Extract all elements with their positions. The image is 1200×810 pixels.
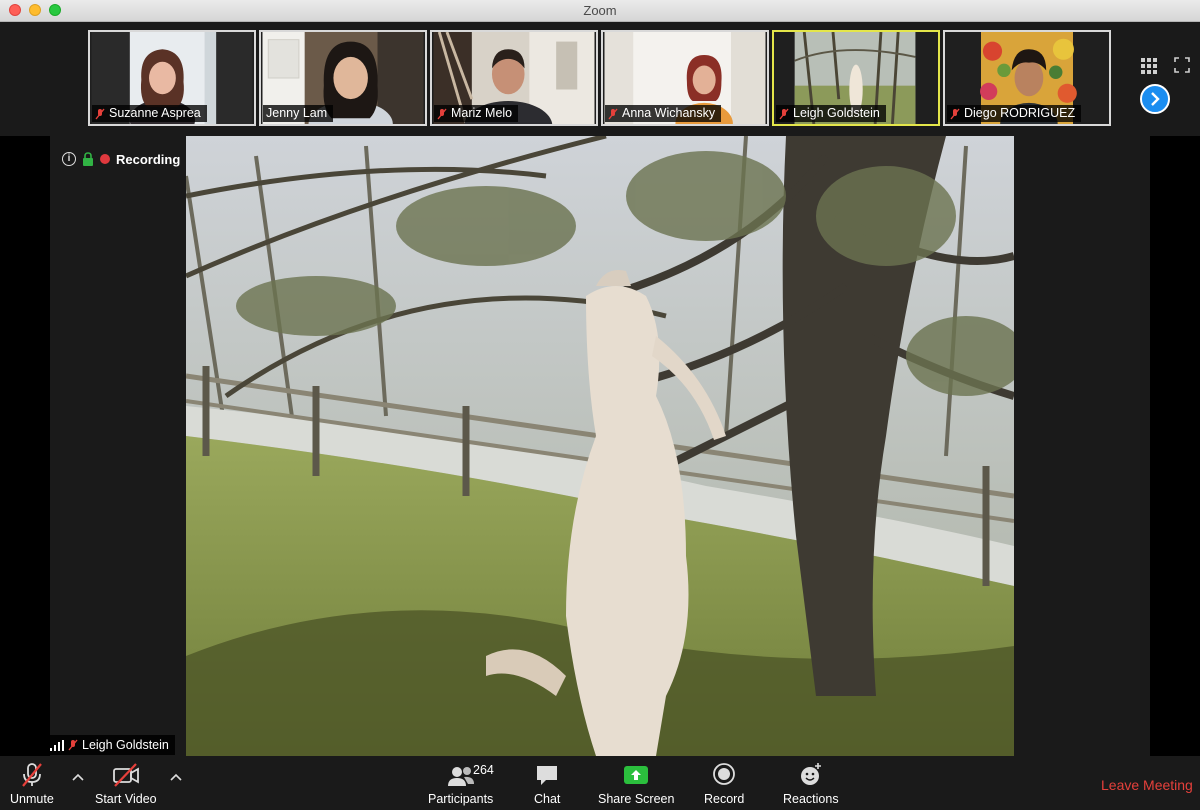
signal-strength-icon <box>50 739 64 751</box>
start-video-button[interactable]: Start Video <box>95 762 157 806</box>
participant-tile[interactable]: Suzanne Asprea <box>88 30 256 126</box>
active-speaker-area: i Recording Leigh Goldstein <box>0 136 1200 756</box>
participant-tile[interactable]: Mariz Melo <box>430 30 598 126</box>
audio-options-chevron-icon[interactable] <box>71 772 85 782</box>
participant-nametag: Leigh Goldstein <box>776 105 886 122</box>
reactions-label: Reactions <box>783 792 839 806</box>
muted-microphone-icon <box>22 763 42 787</box>
window-title: Zoom <box>583 3 617 18</box>
letterbox-left <box>0 136 50 756</box>
reactions-button[interactable]: Reactions <box>783 762 839 806</box>
participant-nametag: Jenny Lam <box>263 105 334 122</box>
participant-nametag: Mariz Melo <box>434 105 519 122</box>
participant-tile[interactable]: Jenny Lam <box>259 30 427 126</box>
record-icon <box>713 763 736 785</box>
meeting-info-bar: i Recording <box>62 150 180 168</box>
participant-name: Mariz Melo <box>451 106 513 120</box>
video-options-chevron-icon[interactable] <box>169 772 183 782</box>
muted-mic-icon <box>608 108 618 119</box>
reactions-smiley-icon <box>800 763 821 785</box>
participants-label: Participants <box>428 792 494 806</box>
next-page-button[interactable] <box>1140 84 1170 114</box>
muted-mic-icon <box>437 108 447 119</box>
recording-dot-icon <box>100 154 110 164</box>
video-off-icon <box>112 763 139 787</box>
record-button[interactable]: Record <box>704 762 744 806</box>
fullscreen-icon[interactable] <box>1174 57 1190 73</box>
recording-label: Recording <box>116 151 181 167</box>
participant-nametag: Anna Wichansky <box>605 105 722 122</box>
unmute-button[interactable]: Unmute <box>10 762 54 806</box>
title-bar: Zoom <box>0 0 1200 22</box>
participant-name: Diego RODRIGUEZ <box>964 106 1076 120</box>
muted-mic-icon <box>68 739 78 751</box>
leave-meeting-button[interactable]: Leave Meeting <box>1101 777 1193 793</box>
active-speaker-nametag: Leigh Goldstein <box>48 735 175 755</box>
lock-icon[interactable] <box>82 152 94 166</box>
muted-mic-icon <box>950 108 960 119</box>
participants-icon <box>447 767 474 786</box>
participant-name: Leigh Goldstein <box>793 106 880 120</box>
share-screen-label: Share Screen <box>598 792 675 806</box>
share-screen-button[interactable]: Share Screen <box>598 762 674 806</box>
chevron-right-icon <box>1151 92 1160 106</box>
participant-nametag: Diego RODRIGUEZ <box>947 105 1082 122</box>
gallery-view-icon[interactable] <box>1140 57 1158 75</box>
participant-tile-active[interactable]: Leigh Goldstein <box>772 30 940 126</box>
participant-name: Anna Wichansky <box>622 106 716 120</box>
unmute-label: Unmute <box>10 792 54 806</box>
letterbox-right <box>1150 136 1200 756</box>
muted-mic-icon <box>95 108 105 119</box>
record-label: Record <box>704 792 745 806</box>
participant-name: Suzanne Asprea <box>109 106 201 120</box>
participant-nametag: Suzanne Asprea <box>92 105 207 122</box>
participants-count: 264 <box>473 763 494 777</box>
participant-name: Jenny Lam <box>266 106 328 120</box>
info-icon[interactable]: i <box>62 152 76 166</box>
participant-tile[interactable]: Diego RODRIGUEZ <box>943 30 1111 126</box>
chat-button[interactable]: Chat <box>534 762 560 806</box>
participant-strip: Suzanne Asprea Jenny Lam Mariz Melo Anna… <box>0 22 1200 136</box>
participant-tile[interactable]: Anna Wichansky <box>601 30 769 126</box>
share-screen-icon <box>624 766 649 784</box>
chat-label: Chat <box>534 792 561 806</box>
active-speaker-name: Leigh Goldstein <box>82 738 169 752</box>
speaker-video <box>186 136 1014 756</box>
chat-bubble-icon <box>537 766 558 785</box>
muted-mic-icon <box>779 108 789 119</box>
meeting-toolbar: Unmute Start Video Participants 264 Chat <box>0 756 1200 810</box>
start-video-label: Start Video <box>95 792 157 806</box>
